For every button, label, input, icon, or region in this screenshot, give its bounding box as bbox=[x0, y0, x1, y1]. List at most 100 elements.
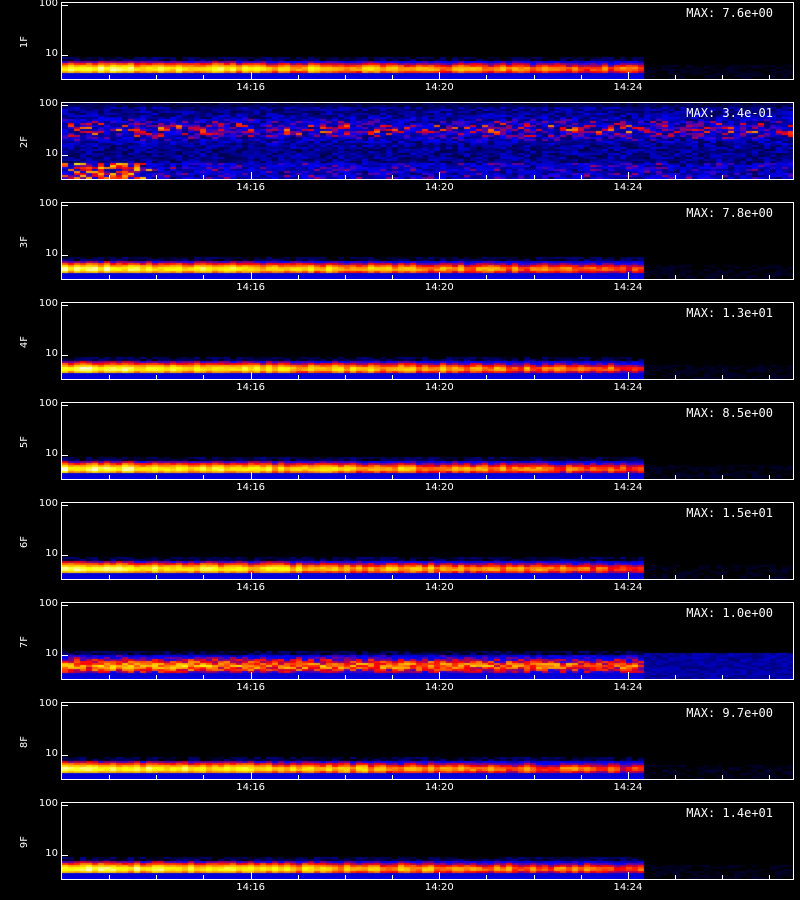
x-tick-mark bbox=[769, 675, 770, 679]
heatmap-plot: MAX: 1.4e+01 bbox=[61, 802, 794, 880]
y-tick-label: 10 bbox=[45, 848, 58, 859]
x-tick-mark bbox=[345, 475, 346, 479]
x-tick-mark bbox=[675, 375, 676, 379]
x-tick-mark bbox=[439, 672, 440, 679]
heatmap-cells bbox=[62, 3, 793, 79]
x-tick-mark bbox=[203, 375, 204, 379]
y-tick-mark bbox=[62, 305, 68, 306]
x-tick-label: 14:20 bbox=[424, 282, 454, 293]
x-tick-mark bbox=[486, 675, 487, 679]
x-tick-label: 14:16 bbox=[236, 582, 266, 593]
y-tick-mark bbox=[62, 55, 68, 56]
x-tick-mark bbox=[581, 775, 582, 779]
x-tick-mark bbox=[581, 275, 582, 279]
x-tick-mark bbox=[251, 872, 252, 879]
y-tick-mark bbox=[62, 855, 68, 856]
x-tick-mark bbox=[581, 175, 582, 179]
x-tick-mark bbox=[203, 875, 204, 879]
x-tick-mark bbox=[251, 172, 252, 179]
panel-2f: 2F 100 10 MAX: 3.4e-01 14:16 14:20 14:24 bbox=[0, 99, 800, 200]
y-tick-label: 100 bbox=[38, 298, 58, 309]
x-tick-mark bbox=[156, 575, 157, 579]
x-tick-mark bbox=[251, 372, 252, 379]
x-tick-mark bbox=[675, 175, 676, 179]
y-tick-mark bbox=[62, 155, 68, 156]
panel-3f: 3F 100 10 MAX: 7.8e+00 14:16 14:20 14:24 bbox=[0, 199, 800, 300]
panel-6f: 6F 100 10 MAX: 1.5e+01 14:16 14:20 14:24 bbox=[0, 498, 800, 600]
x-tick-mark bbox=[109, 75, 110, 79]
x-tick-mark bbox=[392, 75, 393, 79]
x-tick-mark bbox=[769, 175, 770, 179]
x-tick-mark bbox=[345, 375, 346, 379]
x-tick-mark bbox=[251, 472, 252, 479]
x-tick-mark bbox=[534, 875, 535, 879]
heatmap-plot: MAX: 3.4e-01 bbox=[61, 102, 794, 180]
heatmap-plot: MAX: 7.6e+00 bbox=[61, 2, 794, 80]
x-tick-mark bbox=[298, 175, 299, 179]
heatmap-plot: MAX: 9.7e+00 bbox=[61, 702, 794, 780]
y-tick-mark bbox=[62, 5, 68, 6]
x-tick-mark bbox=[109, 575, 110, 579]
x-tick-mark bbox=[251, 272, 252, 279]
x-tick-mark bbox=[156, 475, 157, 479]
y-tick-label: 10 bbox=[45, 48, 58, 59]
x-tick-mark bbox=[298, 575, 299, 579]
x-tick-mark bbox=[628, 172, 629, 179]
x-tick-mark bbox=[486, 175, 487, 179]
y-tick-mark bbox=[62, 605, 68, 606]
panel-4f: 4F 100 10 MAX: 1.3e+01 14:16 14:20 14:24 bbox=[0, 298, 800, 400]
x-tick-mark bbox=[109, 475, 110, 479]
spectrogram-stack: 1F 100 10 MAX: 7.6e+00 14:16 14:20 14:24 2F 100 1… bbox=[0, 0, 800, 900]
panel-7f: 7F 100 10 MAX: 1.0e+00 14:16 14:20 14:24 bbox=[0, 599, 800, 700]
x-tick-mark bbox=[203, 575, 204, 579]
x-tick-mark bbox=[392, 575, 393, 579]
x-tick-mark bbox=[439, 572, 440, 579]
x-tick-mark bbox=[769, 475, 770, 479]
x-tick-label: 14:24 bbox=[613, 882, 643, 893]
x-tick-label: 14:16 bbox=[236, 882, 266, 893]
heatmap-plot: MAX: 1.3e+01 bbox=[61, 302, 794, 380]
x-tick-mark bbox=[486, 475, 487, 479]
x-tick-mark bbox=[439, 472, 440, 479]
x-tick-mark bbox=[439, 772, 440, 779]
y-tick-mark bbox=[62, 755, 68, 756]
x-tick-mark bbox=[675, 775, 676, 779]
x-tick-mark bbox=[581, 375, 582, 379]
x-tick-mark bbox=[581, 875, 582, 879]
x-tick-mark bbox=[203, 475, 204, 479]
x-tick-mark bbox=[203, 175, 204, 179]
y-tick-label: 100 bbox=[38, 798, 58, 809]
x-tick-mark bbox=[534, 775, 535, 779]
y-tick-label: 100 bbox=[38, 398, 58, 409]
x-tick-label: 14:24 bbox=[613, 382, 643, 393]
x-tick-mark bbox=[298, 275, 299, 279]
y-tick-label: 10 bbox=[45, 248, 58, 259]
max-value-label: MAX: 7.6e+00 bbox=[686, 6, 773, 20]
max-value-label: MAX: 1.5e+01 bbox=[686, 506, 773, 520]
x-tick-mark bbox=[345, 675, 346, 679]
x-tick-label: 14:24 bbox=[613, 682, 643, 693]
x-tick-mark bbox=[109, 275, 110, 279]
x-tick-mark bbox=[439, 272, 440, 279]
x-tick-label: 14:20 bbox=[424, 682, 454, 693]
x-tick-mark bbox=[628, 772, 629, 779]
y-tick-mark bbox=[62, 255, 68, 256]
y-tick-mark bbox=[62, 355, 68, 356]
panel-label: 4F bbox=[19, 335, 30, 349]
x-tick-mark bbox=[722, 675, 723, 679]
x-tick-label: 14:20 bbox=[424, 182, 454, 193]
x-tick-mark bbox=[486, 275, 487, 279]
x-tick-mark bbox=[534, 75, 535, 79]
max-value-label: MAX: 7.8e+00 bbox=[686, 206, 773, 220]
max-value-label: MAX: 1.4e+01 bbox=[686, 806, 773, 820]
x-tick-mark bbox=[534, 175, 535, 179]
panel-5f: 5F 100 10 MAX: 8.5e+00 14:16 14:20 14:24 bbox=[0, 398, 800, 500]
y-tick-label: 100 bbox=[38, 498, 58, 509]
x-tick-label: 14:16 bbox=[236, 682, 266, 693]
x-tick-mark bbox=[534, 475, 535, 479]
x-tick-label: 14:16 bbox=[236, 382, 266, 393]
x-tick-label: 14:24 bbox=[613, 482, 643, 493]
x-tick-mark bbox=[345, 175, 346, 179]
x-tick-mark bbox=[628, 872, 629, 879]
x-tick-mark bbox=[722, 275, 723, 279]
